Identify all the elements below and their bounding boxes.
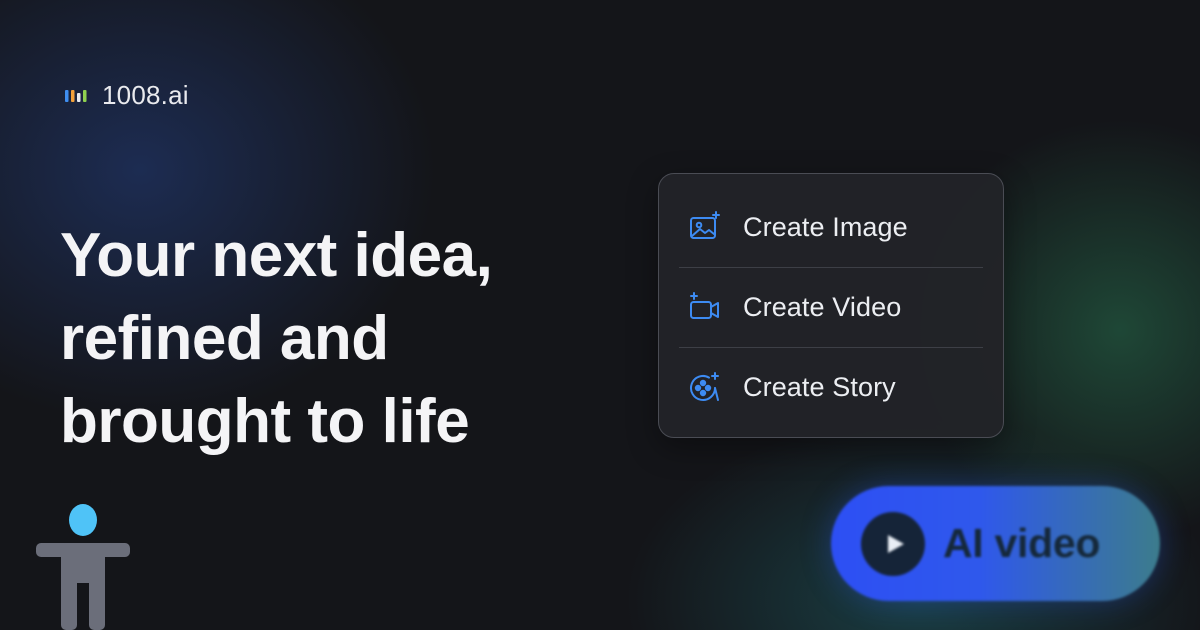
headline-line: refined and	[60, 304, 389, 373]
ai-video-label: AI video	[943, 520, 1101, 566]
film-reel-sparkle-icon	[687, 371, 721, 405]
menu-item-create-story[interactable]: Create Story	[679, 347, 983, 427]
video-camera-sparkle-icon	[687, 291, 721, 325]
menu-item-create-video[interactable]: Create Video	[679, 267, 983, 347]
image-sparkle-icon	[687, 210, 721, 244]
menu-item-label: Create Video	[743, 292, 902, 322]
create-menu: Create Image Create Video Create Story	[658, 173, 1004, 438]
brand-logo-icon	[65, 89, 87, 102]
accessibility-figure-icon[interactable]	[36, 503, 130, 630]
ai-video-button[interactable]: AI video	[831, 486, 1160, 601]
brand[interactable]: 1008.ai	[64, 80, 189, 111]
hero-banner: 1008.ai Your next idea, refined and brou…	[0, 0, 1200, 630]
brand-name: 1008.ai	[102, 80, 189, 110]
menu-item-label: Create Story	[743, 372, 896, 402]
headline-line: Your next idea,	[60, 221, 493, 290]
menu-item-create-image[interactable]: Create Image	[679, 187, 983, 267]
headline-line: brought to life	[60, 387, 470, 456]
menu-item-label: Create Image	[743, 211, 908, 242]
play-icon	[861, 511, 925, 576]
headline: Your next idea, refined and brought to l…	[60, 214, 620, 463]
